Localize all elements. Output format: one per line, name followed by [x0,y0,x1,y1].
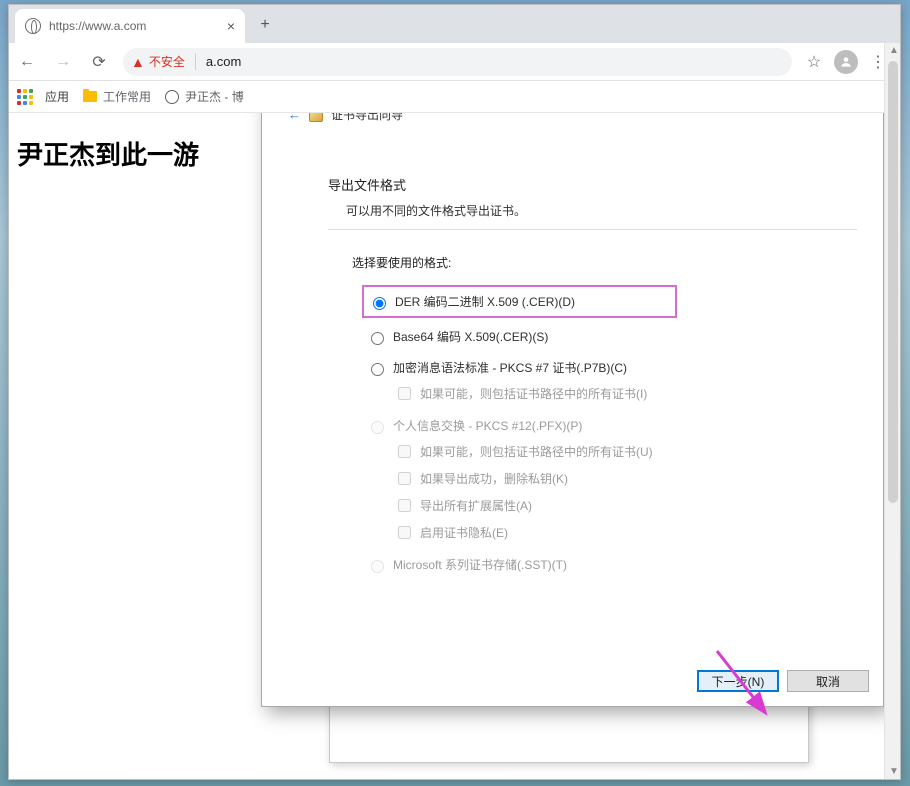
page-viewport: 尹正杰到此一游 证书 ✕ ✕ ← 证书导出向导 [9,113,900,779]
back-button[interactable]: ← [11,46,43,78]
option-der-label: DER 编码二进制 X.509 (.CER)(D) [395,293,575,310]
checkbox-pfx-export-ext: 导出所有扩展属性(A) [394,496,857,515]
radio-der[interactable] [373,297,386,310]
format-prompt: 选择要使用的格式: [352,254,857,271]
option-base64[interactable]: Base64 编码 X.509(.CER)(S) [366,328,857,345]
apps-label: 应用 [45,88,69,105]
option-base64-label: Base64 编码 X.509(.CER)(S) [393,328,548,345]
option-der[interactable]: DER 编码二进制 X.509 (.CER)(D) [368,293,575,310]
certificate-icon [309,113,323,122]
bookmarks-apps[interactable]: 应用 [17,88,69,105]
insecure-label: 不安全 [149,53,185,70]
checkbox-pfx-include-all-label: 如果可能，则包括证书路径中的所有证书(U) [420,443,653,460]
wizard-body: ← 证书导出向导 导出文件格式 可以用不同的文件格式导出证书。 选择要使用的格式… [262,113,883,640]
url-bar[interactable]: ▲ 不安全 a.com [123,48,792,76]
option-pkcs7[interactable]: 加密消息语法标准 - PKCS #7 证书(.P7B)(C) [366,359,857,376]
wizard-footer: 下一步(N) 取消 [697,670,869,692]
highlight-annotation: DER 编码二进制 X.509 (.CER)(D) [362,285,677,318]
wizard-section: 导出文件格式 可以用不同的文件格式导出证书。 [328,175,857,230]
checkbox-pfx-delete-key-input [398,472,411,485]
insecure-badge[interactable]: ▲ 不安全 [131,53,196,70]
scroll-thumb[interactable] [888,61,898,503]
checkbox-pfx-delete-key: 如果导出成功，删除私钥(K) [394,469,857,488]
option-pfx-label: 个人信息交换 - PKCS #12(.PFX)(P) [393,417,582,434]
new-tab-button[interactable]: + [251,11,279,39]
wizard-back-button[interactable]: ← [288,113,301,122]
scroll-up-icon[interactable]: ▲ [889,45,899,56]
forward-button[interactable]: → [47,46,79,78]
checkbox-pfx-enable-priv-input [398,526,411,539]
browser-window: — □ ✕ https://www.a.com × + ← → ⟳ ▲ 不安全 [8,4,901,780]
bookmark-folder-label: 工作常用 [103,88,151,105]
checkbox-pfx-export-ext-input [398,499,411,512]
bookmark-user[interactable]: 尹正杰 - 博 [165,88,244,105]
checkbox-pkcs7-include-all-label: 如果可能，则包括证书路径中的所有证书(I) [420,385,647,402]
checkbox-pfx-delete-key-label: 如果导出成功，删除私钥(K) [420,470,568,487]
bookmarks-bar: 应用 工作常用 尹正杰 - 博 » [9,81,900,113]
radio-pfx [371,421,384,434]
scroll-down-icon[interactable]: ▼ [889,766,899,777]
checkbox-pfx-include-all: 如果可能，则包括证书路径中的所有证书(U) [394,442,857,461]
page-heading: 尹正杰到此一游 [17,135,199,172]
url-text: a.com [206,54,241,69]
bookmark-star-icon[interactable]: ☆ [800,48,828,76]
next-button[interactable]: 下一步(N) [697,670,779,692]
tab-strip: https://www.a.com × + [9,5,900,43]
section-title: 导出文件格式 [328,175,857,194]
globe-icon [25,18,41,34]
tab-title: https://www.a.com [49,19,146,33]
reload-button[interactable]: ⟳ [83,46,115,78]
profile-avatar[interactable] [834,50,858,74]
checkbox-pfx-enable-priv: 启用证书隐私(E) [394,523,857,542]
address-bar-row: ← → ⟳ ▲ 不安全 a.com ☆ ⋮ [9,43,900,81]
wizard-title: 证书导出向导 [331,113,403,123]
bookmark-folder-work[interactable]: 工作常用 [83,88,151,105]
radio-base64[interactable] [371,332,384,345]
person-icon [839,55,853,69]
checkbox-pkcs7-include-all: 如果可能，则包括证书路径中的所有证书(I) [394,384,857,403]
apps-grid-icon [17,89,33,105]
checkbox-pfx-export-ext-label: 导出所有扩展属性(A) [420,497,532,514]
format-area: 选择要使用的格式: DER 编码二进制 X.509 (.CER)(D) [352,254,857,573]
user-icon [165,90,179,104]
vertical-scrollbar[interactable]: ▲ ▼ [884,43,900,779]
close-tab-button[interactable]: × [227,18,235,34]
radio-pkcs7[interactable] [371,363,384,376]
desktop-background: — □ ✕ https://www.a.com × + ← → ⟳ ▲ 不安全 [0,0,910,786]
browser-tab-active[interactable]: https://www.a.com × [15,9,245,43]
checkbox-pfx-include-all-input [398,445,411,458]
bookmark-user-label: 尹正杰 - 博 [185,88,244,105]
wizard-title-row: ← 证书导出向导 [288,113,857,123]
warning-icon: ▲ [131,55,145,69]
certificate-export-wizard: ✕ ← 证书导出向导 导出文件格式 可以用不同的文件格式导出证书。 选择要使用的… [261,113,884,707]
divider [328,229,857,230]
option-pkcs7-label: 加密消息语法标准 - PKCS #7 证书(.P7B)(C) [393,359,627,376]
checkbox-pkcs7-include-all-input [398,387,411,400]
checkbox-pfx-enable-priv-label: 启用证书隐私(E) [420,524,508,541]
radio-sst [371,560,384,573]
section-subtitle: 可以用不同的文件格式导出证书。 [346,202,857,219]
folder-icon [83,91,97,102]
toolbar-right: ☆ ⋮ [800,48,892,76]
option-pfx: 个人信息交换 - PKCS #12(.PFX)(P) [366,417,857,434]
format-options: DER 编码二进制 X.509 (.CER)(D) Base64 编码 X.50… [352,285,857,573]
cancel-button[interactable]: 取消 [787,670,869,692]
option-sst-label: Microsoft 系列证书存储(.SST)(T) [393,556,567,573]
option-sst: Microsoft 系列证书存储(.SST)(T) [366,556,857,573]
